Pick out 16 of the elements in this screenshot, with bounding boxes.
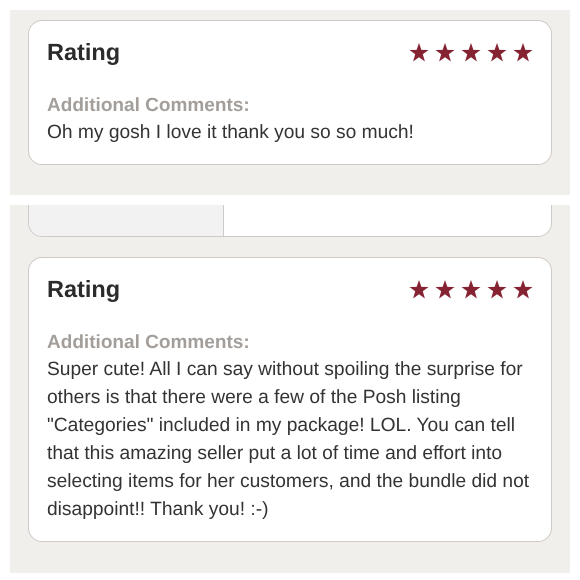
star-icon bbox=[435, 280, 455, 298]
star-icon bbox=[409, 42, 429, 62]
star-icon bbox=[461, 42, 481, 62]
star-icon bbox=[435, 42, 455, 62]
star-icon bbox=[409, 280, 429, 298]
star-icon bbox=[487, 280, 507, 298]
comment-text: Oh my gosh I love it thank you so so much! bbox=[47, 121, 415, 145]
star-icon bbox=[461, 280, 481, 298]
rating-title: Rating bbox=[47, 38, 120, 66]
star-icon bbox=[487, 42, 507, 62]
comment-text: Super cute! All I can say without spoiling the surprise for others is that there were a few of the Posh listing "Categories" included in my package! LOL. You can tell that this amazing seller put a lot of time and effort into selecting items for her customers, and the bundle did not disappoint!! Thank you! :-) bbox=[47, 358, 530, 522]
rating-title: Rating bbox=[47, 275, 120, 303]
comments-label: Additional Comments: bbox=[47, 331, 251, 355]
star-icon bbox=[513, 280, 533, 298]
comments-label: Additional Comments: bbox=[47, 94, 251, 118]
star-icon bbox=[513, 42, 533, 62]
